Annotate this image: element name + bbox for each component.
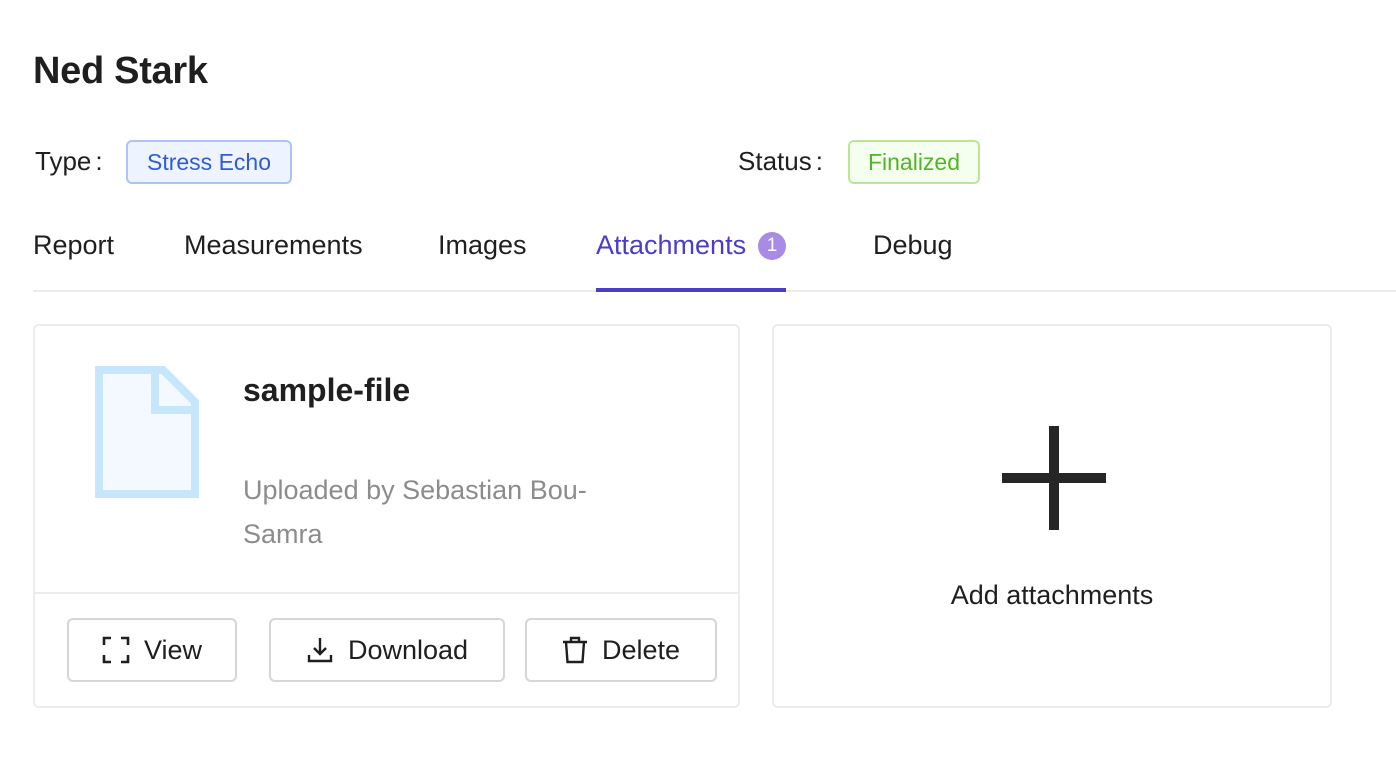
download-icon — [307, 638, 333, 663]
meta-row: Type: Stress Echo Status: Finalized — [0, 140, 1396, 184]
tab-bar: Report Measurements Images Attachments 1 … — [33, 222, 1396, 292]
attachment-name: sample-file — [243, 372, 411, 408]
tab-attachments[interactable]: Attachments 1 — [596, 230, 787, 292]
page-title: Ned Stark — [33, 50, 208, 92]
delete-button[interactable]: Delete — [525, 618, 717, 682]
file-icon — [95, 366, 199, 498]
view-button[interactable]: View — [67, 618, 237, 682]
tab-images[interactable]: Images — [438, 230, 527, 292]
type-label: Type: — [35, 146, 103, 176]
card-divider — [35, 592, 738, 594]
status-badge: Finalized — [848, 140, 980, 184]
download-button[interactable]: Download — [269, 618, 505, 682]
attachments-page: Ned Stark Type: Stress Echo Status: Fina… — [0, 0, 1396, 764]
status-label: Status: — [738, 146, 823, 176]
add-attachments-label: Add attachments — [950, 580, 1154, 610]
type-tag: Stress Echo — [126, 140, 292, 184]
tab-measurements[interactable]: Measurements — [184, 230, 363, 292]
attachments-count-badge: 1 — [758, 232, 787, 260]
attachment-card: sample-file Uploaded by Sebastian Bou-Sa… — [33, 324, 740, 708]
plus-icon — [1002, 426, 1106, 530]
tab-report[interactable]: Report — [33, 230, 114, 292]
expand-icon — [102, 636, 130, 664]
tab-debug[interactable]: Debug — [873, 230, 953, 292]
attachment-uploader: Uploaded by Sebastian Bou-Samra — [243, 475, 587, 549]
add-attachments-card[interactable]: Add attachments — [772, 324, 1332, 708]
trash-icon — [562, 636, 587, 664]
